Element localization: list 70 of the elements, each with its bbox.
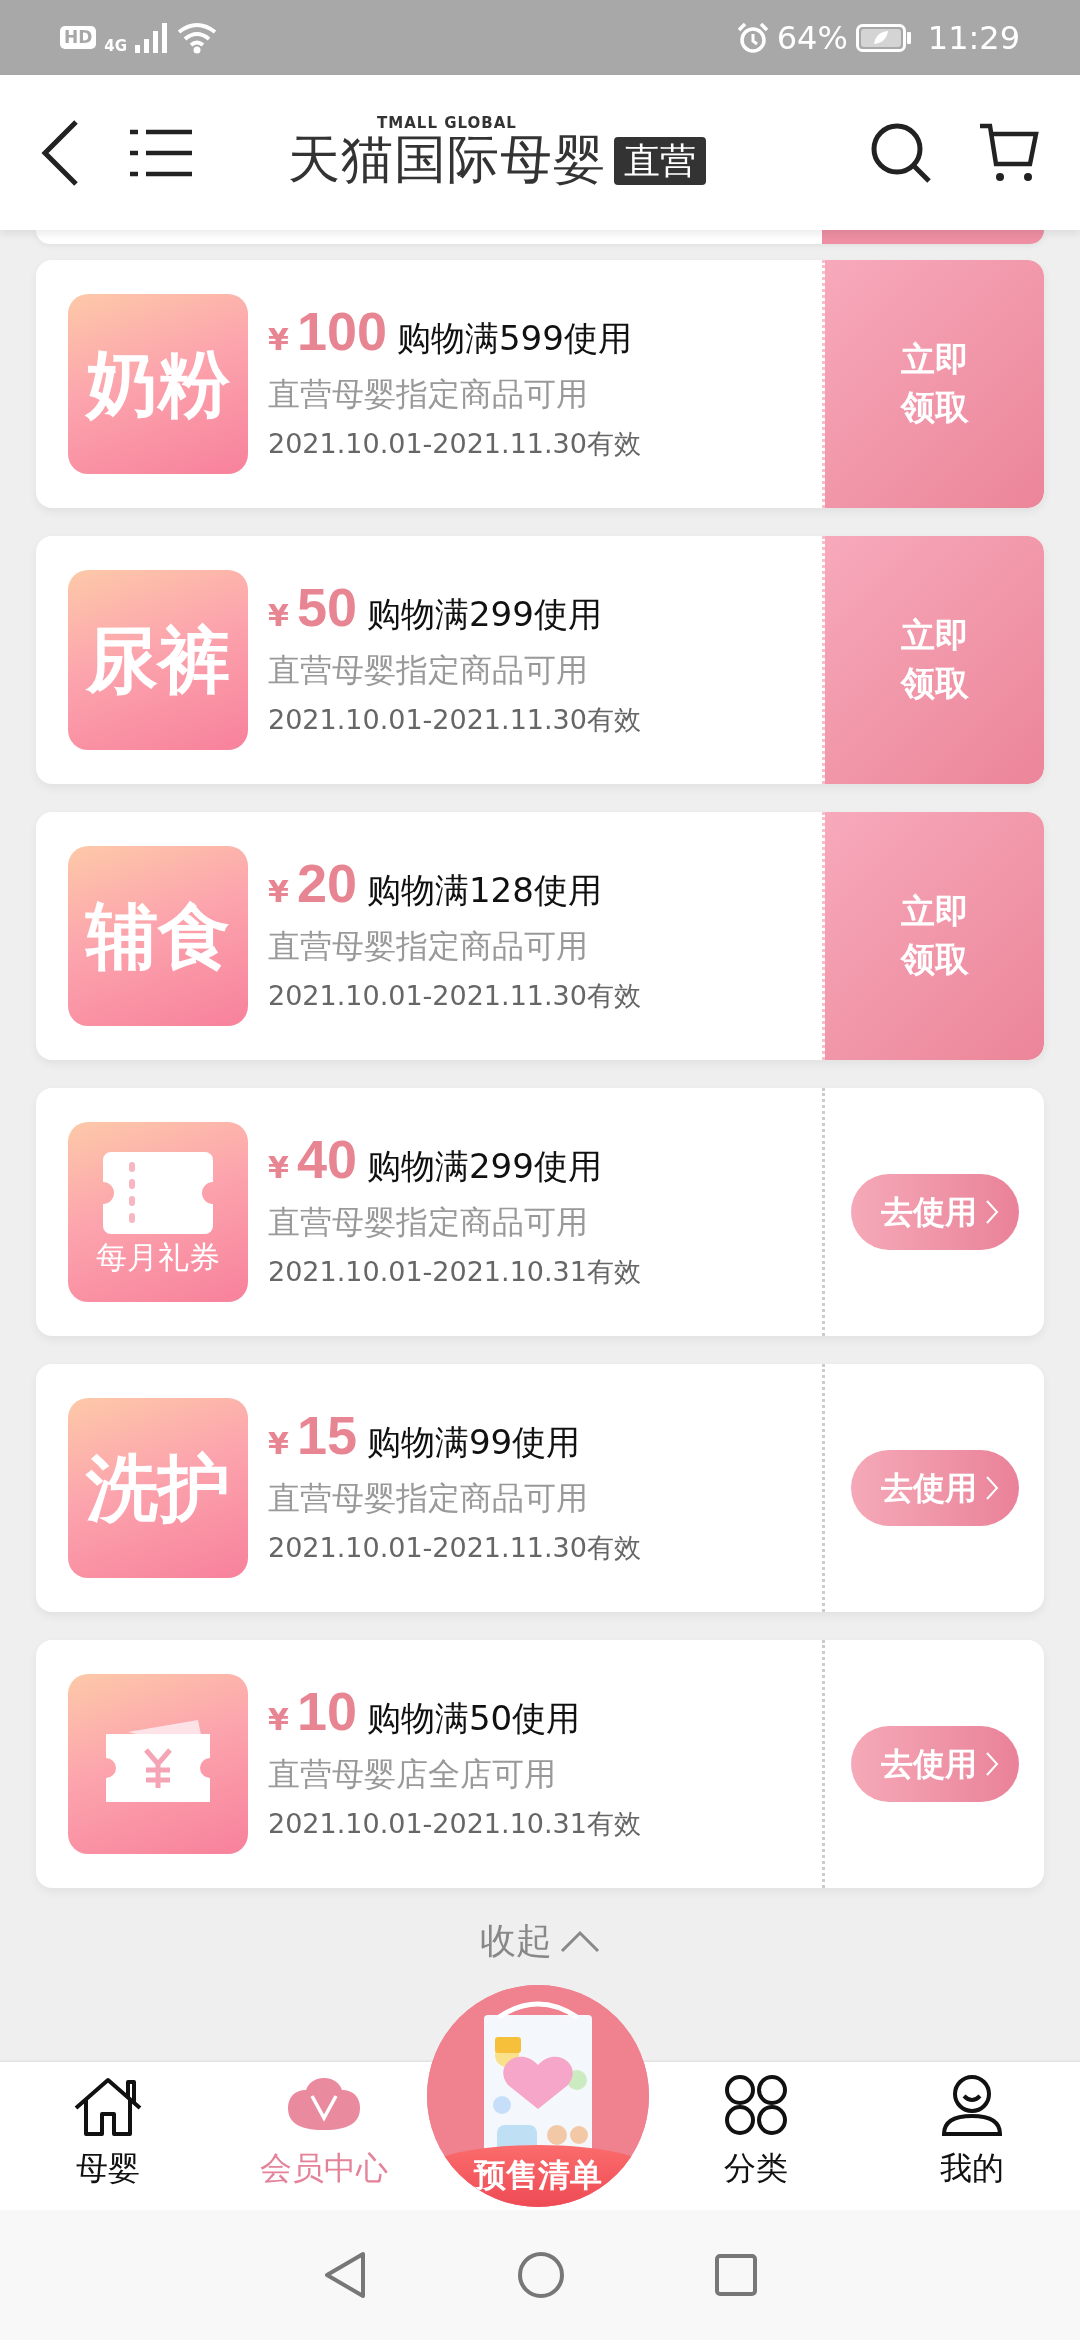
use-button[interactable]: 去使用 [850,1450,1019,1526]
coupon-amount: 20 [296,855,357,910]
chevron-right-icon [984,1199,999,1225]
coupon-amount: 15 [296,1407,357,1462]
brand-title: 天猫国际母婴 [288,131,606,189]
coupon-condition: 购物满299使用 [366,1144,602,1188]
search-button[interactable] [870,121,932,184]
currency-symbol: ¥ [268,320,289,359]
menu-button[interactable] [128,127,192,178]
coupon-scope: 直营母婴指定商品可用 [268,1201,589,1243]
coupon-icon-label: 每月礼券 [96,1241,220,1273]
coupon-amount: 40 [296,1131,357,1186]
coupon-validity: 2021.10.01-2021.11.30有效 [268,702,642,737]
alarm-icon [736,21,769,54]
claim-button[interactable]: 立即领取 [825,536,1044,784]
coupon-validity: 2021.10.01-2021.11.30有效 [268,978,642,1013]
clock-time: 11:29 [927,17,1020,59]
tab-item[interactable]: 我的 [882,2062,1062,2210]
currency-symbol: ¥ [268,596,289,635]
signal-icon [135,22,170,53]
coupon-scope: 直营母婴指定商品可用 [268,649,589,691]
currency-symbol: ¥ [268,1148,289,1187]
battery-icon [855,23,912,52]
ticket-icon [103,1151,213,1234]
tab-item[interactable]: 会员中心 [234,2062,414,2210]
network-type: 4G [104,36,128,58]
use-button[interactable]: 去使用 [850,1174,1019,1250]
claim-button[interactable]: 立即领取 [825,260,1044,508]
coupon-category-icon: 奶粉 [68,294,248,474]
chevron-right-icon [984,1475,999,1501]
currency-symbol: ¥ [268,1700,289,1739]
coupon-amount: 10 [296,1683,357,1738]
coupon-condition: 购物满50使用 [366,1696,581,1740]
coupon-category-icon: 洗护 [68,1398,248,1578]
chevron-right-icon [984,1751,999,1777]
coupon-condition: 购物满128使用 [366,868,602,912]
coupon-scope: 直营母婴指定商品可用 [268,373,589,415]
coupon-scope: 直营母婴指定商品可用 [268,1477,589,1519]
use-button[interactable]: 去使用 [850,1726,1019,1802]
wifi-icon [177,21,218,54]
brand-badge: 直营 [614,137,706,185]
coupon-scope: 直营母婴店全店可用 [268,1753,557,1795]
coupon-amount: 50 [296,579,357,634]
collapse-link[interactable]: 收起 [480,1914,552,1968]
back-nav-icon[interactable] [323,2250,367,2300]
coupon-condition: 购物满599使用 [397,316,632,360]
coupon-scope: 直营母婴指定商品可用 [268,925,589,967]
chevron-up-icon [560,1929,600,1953]
coupon-category-icon: 辅食 [68,846,248,1026]
tab-item[interactable]: 分类 [666,2062,846,2210]
claim-button[interactable]: 立即领取 [825,812,1044,1060]
coupon-validity: 2021.10.01-2021.10.31有效 [268,1254,642,1289]
tab-item[interactable]: 母婴 [18,2062,198,2210]
coupon-condition: 购物满99使用 [366,1420,581,1464]
coupon-validity: 2021.10.01-2021.11.30有效 [268,1530,642,1565]
coupon-condition: 购物满299使用 [366,592,602,636]
home-nav-icon[interactable] [517,2251,565,2299]
recents-nav-icon[interactable] [715,2254,757,2296]
brand-subtitle: TMALL GLOBAL [377,116,517,132]
cart-button[interactable] [978,121,1040,184]
back-button[interactable] [40,117,80,188]
coupon-category-icon: 尿裤 [68,570,248,750]
currency-symbol: ¥ [268,1424,289,1463]
coupon-amount: 100 [296,303,387,358]
hd-indicator: HD [60,26,97,49]
coupon-validity: 2021.10.01-2021.10.31有效 [268,1806,642,1841]
presale-button[interactable]: 预售清单 [427,1985,649,2207]
coupon-validity: 2021.10.01-2021.11.30有效 [268,426,642,461]
battery-percent: 64% [776,17,848,59]
currency-symbol: ¥ [268,872,289,911]
